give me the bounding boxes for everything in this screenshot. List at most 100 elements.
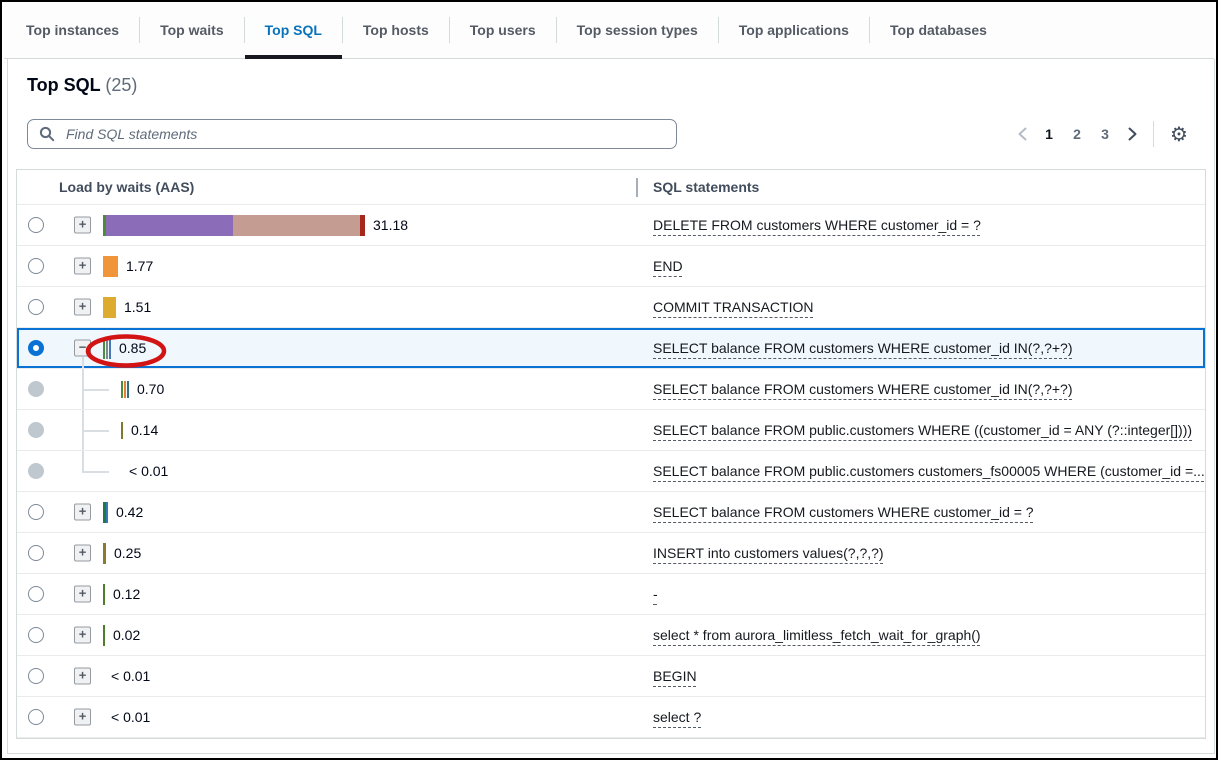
table-row[interactable]: + < 0.01 BEGIN <box>17 656 1205 697</box>
tab-top-applications[interactable]: Top applications <box>719 2 869 58</box>
load-value: < 0.01 <box>111 709 150 725</box>
tab-top-users[interactable]: Top users <box>450 2 556 58</box>
table-row[interactable]: +0.12 - <box>17 574 1205 615</box>
tree-connector <box>82 471 109 473</box>
load-cell: 0.85 <box>103 328 146 368</box>
sql-link[interactable]: SELECT balance FROM public.customers WHE… <box>653 422 1192 438</box>
load-bar-segment <box>124 381 126 398</box>
expand-toggle[interactable]: + <box>74 668 91 685</box>
search-box[interactable] <box>27 119 677 149</box>
table-row[interactable]: +0.25 INSERT into customers values(?,?,?) <box>17 533 1205 574</box>
sql-link[interactable]: SELECT balance FROM customers WHERE cust… <box>653 340 1073 356</box>
load-cell: < 0.01 <box>121 451 168 491</box>
radio-button[interactable] <box>28 217 44 233</box>
sql-link[interactable]: select ? <box>653 709 701 725</box>
load-bar-segment <box>121 422 123 439</box>
sql-link[interactable]: SELECT balance FROM customers WHERE cust… <box>653 504 1034 520</box>
expand-toggle[interactable]: + <box>74 586 91 603</box>
radio-button[interactable] <box>28 504 44 520</box>
load-cell: 0.12 <box>103 574 140 614</box>
expand-toggle[interactable]: + <box>74 709 91 726</box>
sql-link[interactable]: SELECT balance FROM public.customers cus… <box>653 463 1205 479</box>
pagination-prev-button[interactable] <box>1009 126 1035 142</box>
pagination-page-2[interactable]: 2 <box>1063 122 1091 146</box>
load-value: 0.85 <box>119 340 146 356</box>
load-cell: 1.77 <box>103 246 153 286</box>
load-cell: < 0.01 <box>103 697 150 737</box>
tab-top-instances[interactable]: Top instances <box>6 2 139 58</box>
radio-button[interactable] <box>28 586 44 602</box>
sql-link[interactable]: END <box>653 258 683 274</box>
pagination-pages: 123 <box>1035 122 1119 146</box>
tab-top-sql[interactable]: Top SQL <box>245 2 342 58</box>
load-cell: < 0.01 <box>103 656 150 696</box>
load-value: 1.77 <box>126 258 153 274</box>
table-row[interactable]: +1.77 END <box>17 246 1205 287</box>
radio-button[interactable] <box>28 422 44 438</box>
settings-button[interactable]: ⚙ <box>1164 119 1194 149</box>
chevron-left-icon <box>1017 126 1028 142</box>
expand-toggle[interactable]: + <box>74 299 91 316</box>
table-header: Load by waits (AAS) SQL statements <box>17 170 1205 205</box>
load-cell: 0.42 <box>103 492 143 532</box>
controls-divider <box>1153 121 1154 147</box>
table-row[interactable]: + < 0.01 select ? <box>17 697 1205 738</box>
tab-top-databases[interactable]: Top databases <box>870 2 1007 58</box>
column-header-load: Load by waits (AAS) <box>59 179 194 195</box>
sql-link[interactable]: SELECT balance FROM customers WHERE cust… <box>653 381 1073 397</box>
tab-top-waits[interactable]: Top waits <box>140 2 244 58</box>
column-header-sql: SQL statements <box>653 179 759 195</box>
expand-toggle[interactable]: + <box>74 504 91 521</box>
radio-button[interactable] <box>28 668 44 684</box>
radio-button[interactable] <box>28 545 44 561</box>
expand-toggle[interactable]: + <box>74 217 91 234</box>
load-value: < 0.01 <box>111 668 150 684</box>
table-row[interactable]: 0.14SELECT balance FROM public.customers… <box>17 410 1205 451</box>
table-row[interactable]: − 0.85 SELECT balance FROM customers WHERE… <box>17 328 1205 369</box>
table-row[interactable]: +1.51COMMIT TRANSACTION <box>17 287 1205 328</box>
radio-button[interactable] <box>28 299 44 315</box>
table-row[interactable]: +0.42 SELECT balance FROM customers WHERE… <box>17 492 1205 533</box>
load-bar-segment <box>103 338 105 359</box>
load-cell: 31.18 <box>103 205 408 245</box>
load-bar-segment <box>103 584 105 605</box>
radio-button[interactable] <box>28 627 44 643</box>
load-bar-segment <box>233 215 360 236</box>
tab-top-hosts[interactable]: Top hosts <box>343 2 449 58</box>
radio-button[interactable] <box>28 709 44 725</box>
pagination-next-button[interactable] <box>1119 126 1145 142</box>
search-input[interactable] <box>64 125 672 143</box>
radio-button[interactable] <box>28 340 44 356</box>
tree-connector <box>82 357 84 368</box>
table-row[interactable]: +31.18 DELETE FROM customers WHERE custom… <box>17 205 1205 246</box>
table-row[interactable]: < 0.01 SELECT balance FROM public.custome… <box>17 451 1205 492</box>
sql-link[interactable]: - <box>653 586 658 602</box>
expand-toggle[interactable]: + <box>74 627 91 644</box>
tab-top-session-types[interactable]: Top session types <box>557 2 718 58</box>
load-bar-segment <box>103 256 118 277</box>
radio-button[interactable] <box>28 381 44 397</box>
sql-link[interactable]: COMMIT TRANSACTION <box>653 299 814 315</box>
load-cell: 0.25 <box>103 533 141 573</box>
load-bar-segment <box>103 297 116 318</box>
load-bar-segment <box>109 338 111 359</box>
pagination-page-1[interactable]: 1 <box>1035 122 1063 146</box>
load-bar-segment <box>103 543 106 564</box>
sql-link[interactable]: INSERT into customers values(?,?,?) <box>653 545 884 561</box>
radio-button[interactable] <box>28 463 44 479</box>
table-row[interactable]: +0.02select * from aurora_limitless_fetc… <box>17 615 1205 656</box>
load-value: 0.25 <box>114 545 141 561</box>
load-value: 31.18 <box>373 217 408 233</box>
collapse-toggle[interactable]: − <box>74 340 91 357</box>
expand-toggle[interactable]: + <box>74 258 91 275</box>
table-row[interactable]: 0.70SELECT balance FROM customers WHERE … <box>17 369 1205 410</box>
expand-toggle[interactable]: + <box>74 545 91 562</box>
column-divider[interactable] <box>636 178 638 197</box>
radio-button[interactable] <box>28 258 44 274</box>
sql-link[interactable]: DELETE FROM customers WHERE customer_id … <box>653 217 981 233</box>
sql-link[interactable]: select * from aurora_limitless_fetch_wai… <box>653 627 981 643</box>
sql-link[interactable]: BEGIN <box>653 668 697 684</box>
tab-bar: Top instancesTop waitsTop SQLTop hostsTo… <box>4 2 1214 59</box>
pagination-page-3[interactable]: 3 <box>1091 122 1119 146</box>
load-bar-segment <box>121 381 123 398</box>
